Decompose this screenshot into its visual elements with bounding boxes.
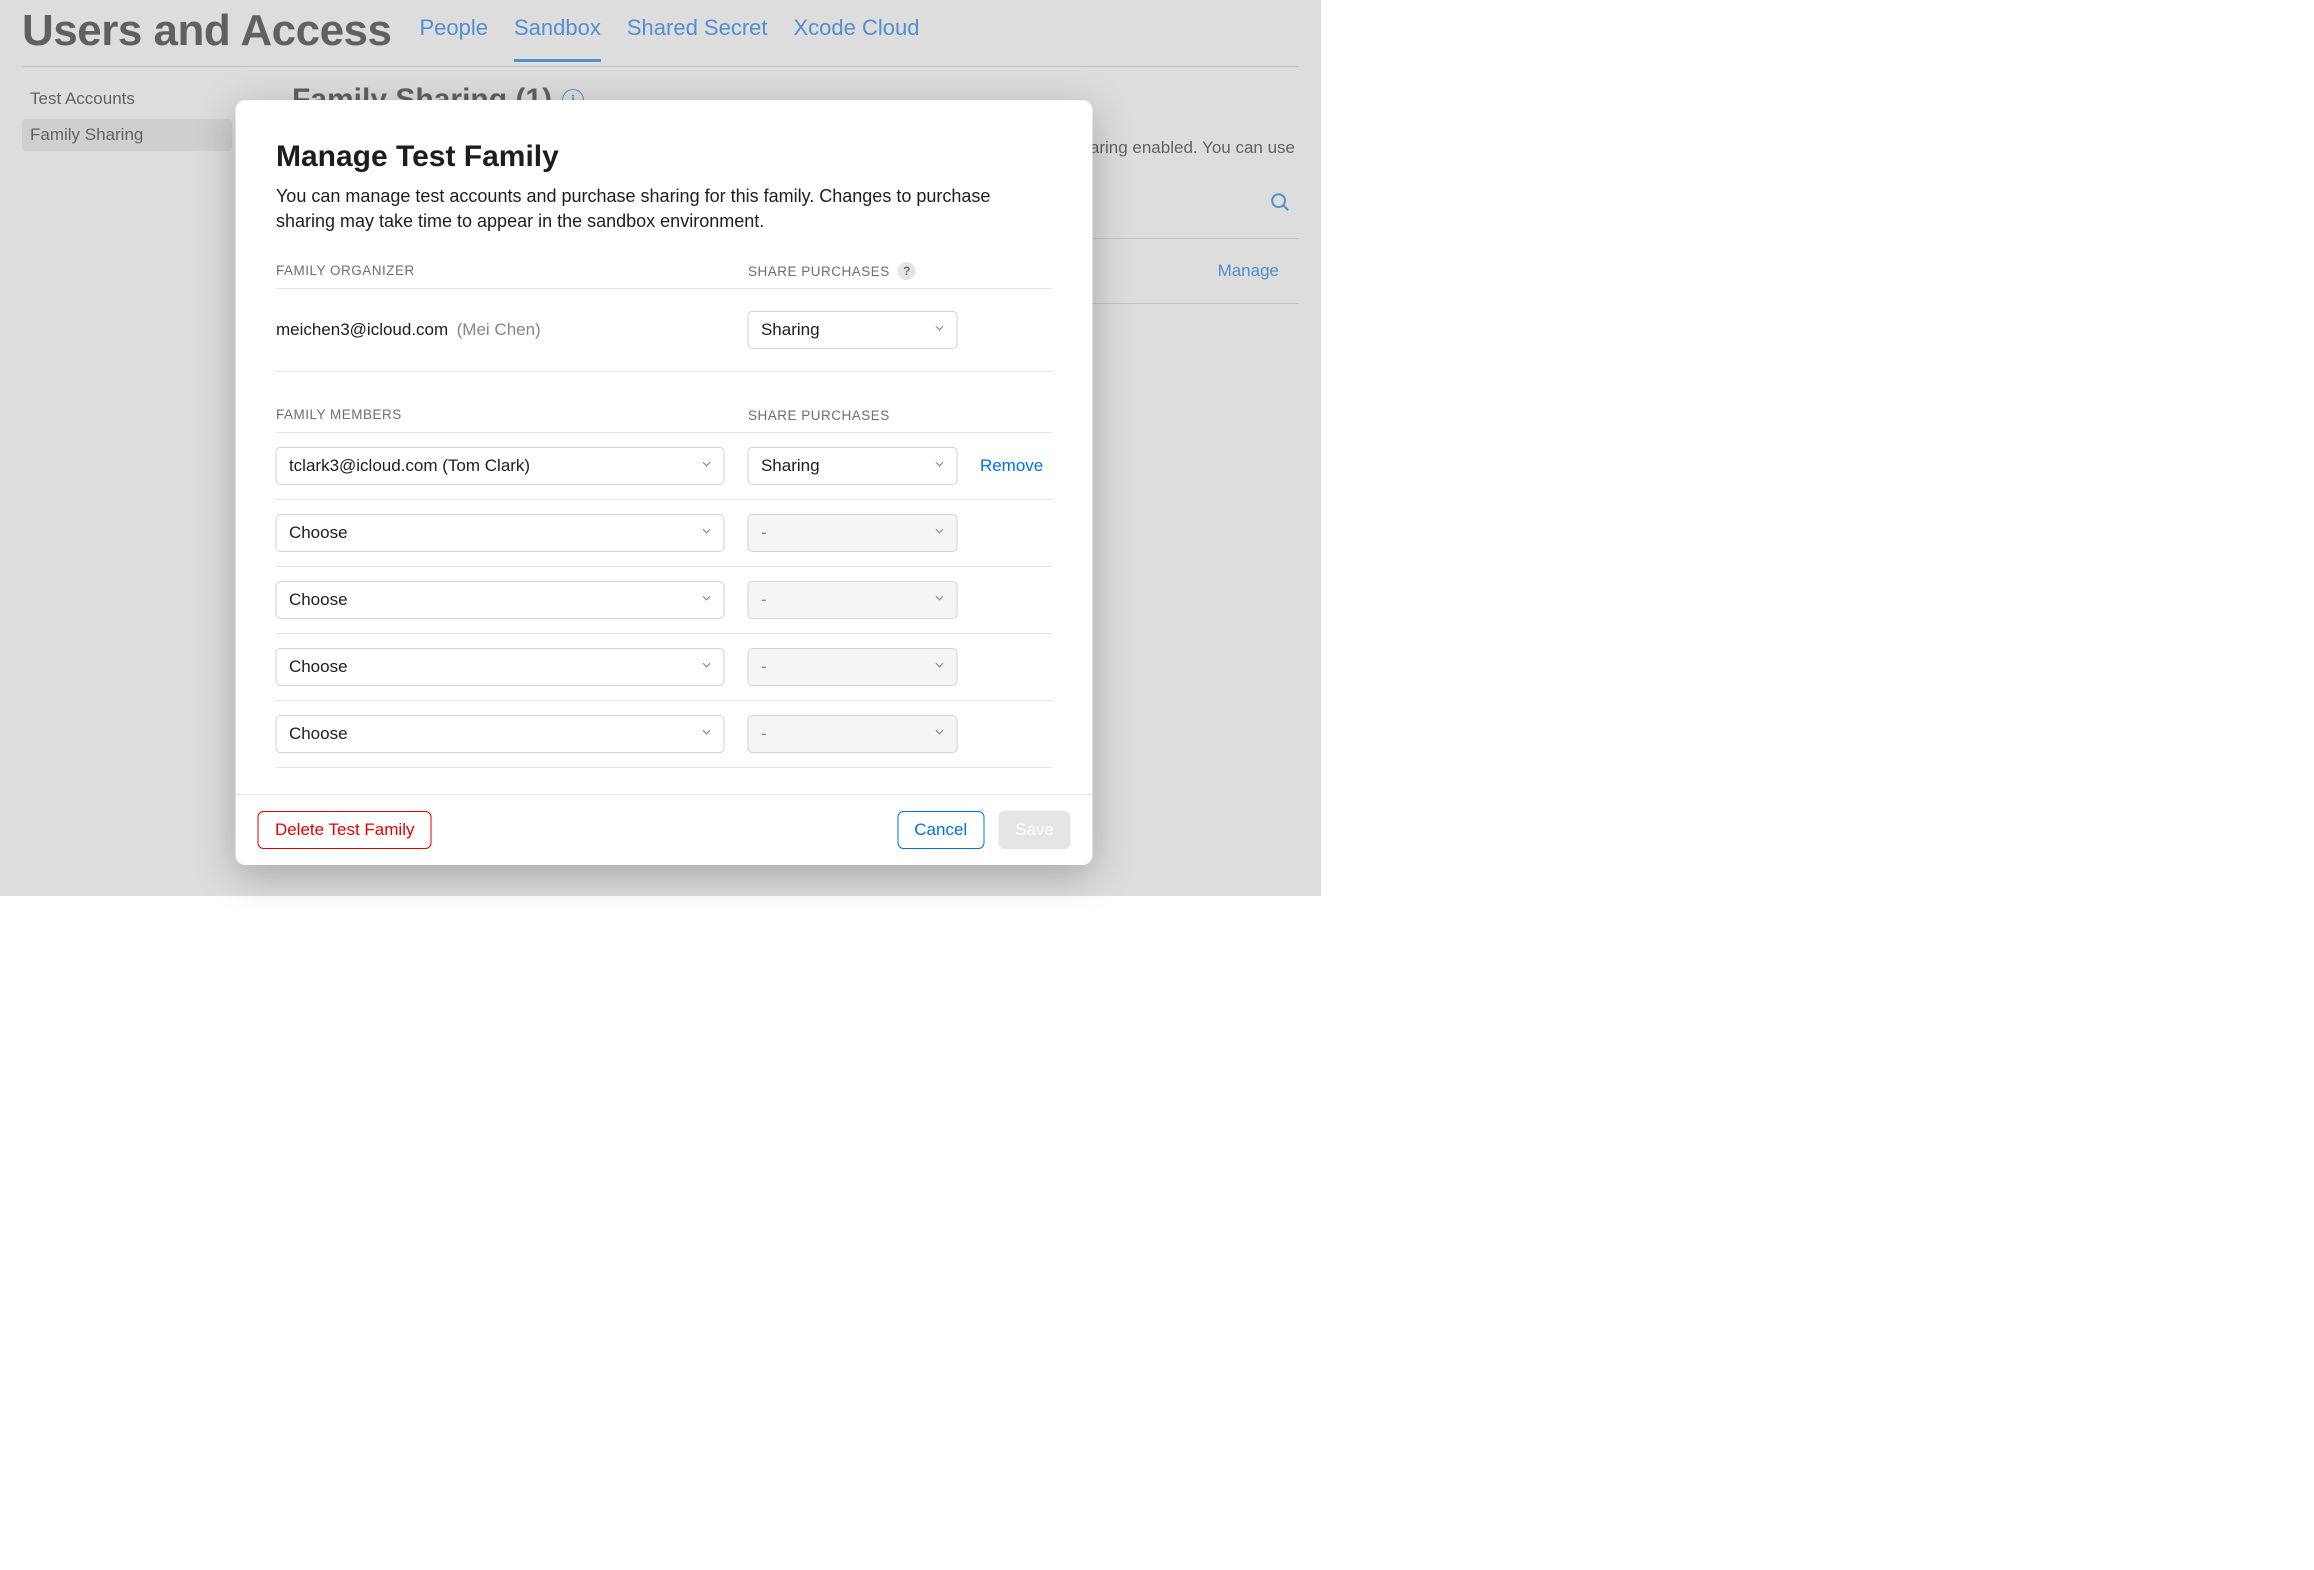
- member-row: Choose-: [276, 567, 1053, 634]
- chevron-down-icon: [933, 590, 947, 610]
- chevron-down-icon: [933, 456, 947, 476]
- member-share-select: -: [748, 648, 958, 686]
- member-share-select: -: [748, 514, 958, 552]
- chevron-down-icon: [700, 724, 714, 744]
- modal-title: Manage Test Family: [276, 140, 1053, 174]
- member-account-select[interactable]: Choose: [276, 648, 725, 686]
- member-row: Choose-: [276, 500, 1053, 567]
- save-button: Save: [998, 811, 1071, 849]
- delete-test-family-button[interactable]: Delete Test Family: [258, 811, 432, 849]
- chevron-down-icon: [933, 320, 947, 340]
- remove-member-link[interactable]: Remove: [980, 456, 1043, 476]
- chevron-down-icon: [700, 590, 714, 610]
- help-icon[interactable]: ?: [898, 262, 916, 280]
- family-members-label: FAMILY MEMBERS: [276, 407, 402, 422]
- member-share-select[interactable]: Sharing: [748, 447, 958, 485]
- chevron-down-icon: [933, 657, 947, 677]
- member-account-select[interactable]: Choose: [276, 514, 725, 552]
- cancel-button[interactable]: Cancel: [897, 811, 984, 849]
- chevron-down-icon: [700, 456, 714, 476]
- member-row: Choose-: [276, 701, 1053, 768]
- member-account-select[interactable]: Choose: [276, 715, 725, 753]
- chevron-down-icon: [700, 657, 714, 677]
- member-row: tclark3@icloud.com (Tom Clark) Sharing Rem…: [276, 433, 1053, 500]
- chevron-down-icon: [933, 523, 947, 543]
- member-row: Choose-: [276, 634, 1053, 701]
- member-account-select[interactable]: Choose: [276, 581, 725, 619]
- family-organizer-label: FAMILY ORGANIZER: [276, 263, 415, 278]
- organizer-share-select[interactable]: Sharing: [748, 311, 958, 349]
- organizer-row: meichen3@icloud.com (Mei Chen) Sharing: [276, 289, 1053, 372]
- chevron-down-icon: [700, 523, 714, 543]
- chevron-down-icon: [933, 724, 947, 744]
- organizer-email: meichen3@icloud.com: [276, 320, 448, 339]
- organizer-name: (Mei Chen): [457, 320, 541, 339]
- share-purchases-label-2: SHARE PURCHASES: [748, 408, 890, 423]
- share-purchases-label: SHARE PURCHASES: [748, 264, 890, 279]
- member-share-select: -: [748, 581, 958, 619]
- member-account-select[interactable]: tclark3@icloud.com (Tom Clark): [276, 447, 725, 485]
- member-share-select: -: [748, 715, 958, 753]
- manage-family-modal: Manage Test Family You can manage test a…: [236, 100, 1093, 865]
- modal-description: You can manage test accounts and purchas…: [276, 184, 1053, 234]
